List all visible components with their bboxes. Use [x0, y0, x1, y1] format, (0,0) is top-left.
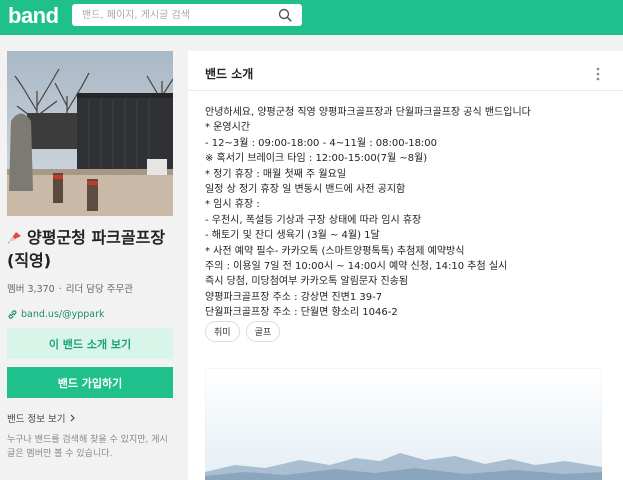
intro-panel-header: 밴드 소개 [188, 51, 623, 91]
intro-line: - 우천시, 폭설등 기상과 구장 상태에 따라 임시 휴장 [205, 214, 422, 226]
intro-panel: 밴드 소개 안녕하세요, 양평군청 직영 양평파크골프장과 단월파크골프장 공식… [188, 51, 623, 480]
more-options-icon[interactable] [596, 67, 600, 81]
band-name-text: 양평군청 파크골프장 (직영) [7, 228, 166, 270]
tag-hobby[interactable]: 취미 [205, 321, 240, 342]
band-info-link-text: 밴드 정보 보기 [7, 414, 66, 425]
tag-golf[interactable]: 골프 [245, 321, 281, 342]
intro-line: - 12~3월 : 09:00-18:00 - 4~11월 : 08:00-18… [205, 137, 438, 149]
intro-line: 주의 : 이용일 7일 전 10:00시 ~ 14:00시 예약 신청, 14:… [205, 261, 508, 273]
view-intro-button[interactable]: 이 밴드 소개 보기 [7, 328, 173, 359]
band-cover-image [7, 51, 173, 216]
intro-line: * 사전 예약 필수- 카카오톡 (스마트양평톡톡) 추첨제 예약방식 [205, 245, 465, 257]
band-info-link[interactable]: 밴드 정보 보기 [7, 411, 173, 425]
intro-line: 일정 상 정기 휴장 일 변동시 밴드에 사전 공지함 [205, 184, 406, 196]
intro-line: * 임시 휴장 : [205, 199, 260, 211]
member-count[interactable]: 멤버 3,370 [7, 284, 55, 295]
band-meta: 멤버 3,370 · 리더 담당 주무관 [7, 281, 173, 295]
search-icon[interactable] [278, 8, 292, 22]
link-icon [8, 310, 17, 319]
intro-line: 단월파크골프장 주소 : 단월면 향소리 1046-2 [205, 307, 398, 319]
intro-line: ※ 혹서기 브레이크 타임 : 12:00-15:00(7월 ~8월) [205, 153, 428, 165]
intro-line: 즉시 당첨, 미당첨여부 카카오톡 알림문자 진송됨 [205, 276, 409, 288]
band-url-text: band.us/@yppark [21, 309, 105, 320]
band-name: 양평군청 파크골프장 (직영) [7, 226, 173, 272]
leader-label: 리더 담당 주무관 [65, 284, 133, 295]
meta-separator: · [58, 284, 62, 295]
intro-line: - 해토기 및 잔디 생육기 (3월 ~ 4월) 1달 [205, 230, 380, 242]
top-bar: band [0, 0, 623, 35]
intro-panel-title: 밴드 소개 [205, 67, 254, 81]
tag-list: 취미 골프 [205, 321, 281, 342]
band-sidebar: 양평군청 파크골프장 (직영) 멤버 3,370 · 리더 담당 주무관 band.… [7, 51, 173, 461]
chevron-right-icon [70, 414, 75, 422]
intro-photo [205, 368, 602, 480]
intro-text: 안녕하세요, 양평군청 직영 양평파크골프장과 단월파크골프장 공식 밴드입니다… [205, 105, 610, 321]
intro-line: * 운영시간 [205, 122, 250, 134]
golf-pin-icon [7, 232, 21, 244]
intro-line: 양평파크골프장 주소 : 강상면 진변1 39-7 [205, 291, 383, 303]
intro-line: * 정기 휴장 : 매월 첫째 주 월요일 [205, 168, 347, 180]
join-band-button[interactable]: 밴드 가입하기 [7, 367, 173, 398]
band-logo[interactable]: band [8, 3, 59, 29]
band-info-description: 누구나 밴드를 검색해 찾을 수 있지만, 게시글은 멤버만 볼 수 있습니다. [7, 435, 168, 459]
search-input[interactable] [72, 4, 302, 26]
intro-line: 안녕하세요, 양평군청 직영 양평파크골프장과 단월파크골프장 공식 밴드입니다 [205, 107, 531, 118]
band-url-link[interactable]: band.us/@yppark [7, 309, 173, 320]
